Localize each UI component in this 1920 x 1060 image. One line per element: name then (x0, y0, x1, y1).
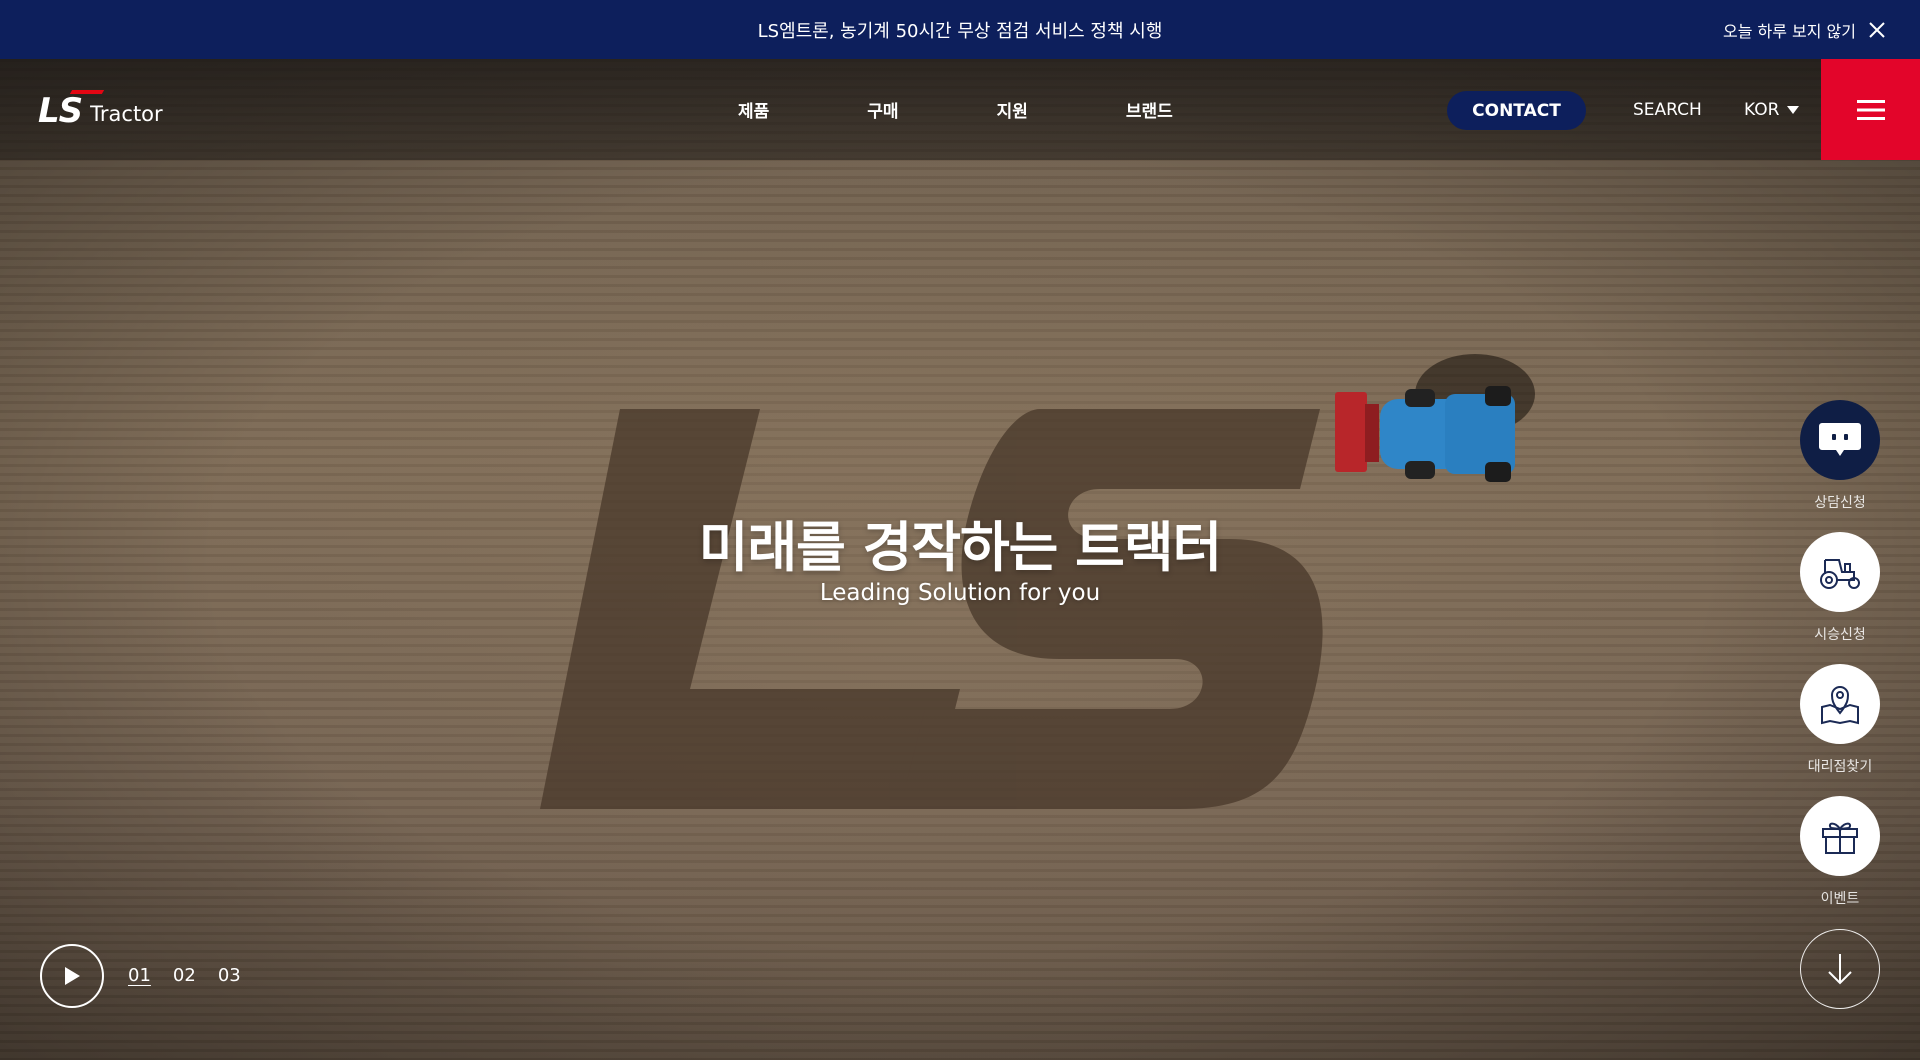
quick-menu-label: 시승신청 (1814, 627, 1866, 643)
hero-subtitle: Leading Solution for you (819, 580, 1101, 606)
brand-logo[interactable]: LS Tractor (38, 90, 163, 131)
tractor-icon (1820, 559, 1860, 589)
quick-menu-circle (1800, 400, 1880, 480)
close-icon[interactable] (1868, 21, 1886, 39)
tractor-image (1335, 354, 1535, 482)
scroll-down-button[interactable] (1800, 929, 1880, 1009)
map-pin-icon (1821, 686, 1859, 725)
quick-menu-consultation[interactable]: 상담신청 (1800, 400, 1880, 512)
quick-menu-circle (1800, 532, 1880, 612)
quick-menu-events[interactable]: 이벤트 (1800, 796, 1880, 908)
brand-wordmark: Tractor (90, 102, 163, 126)
quick-menu-label: 대리점찾기 (1807, 759, 1873, 775)
quick-menu-label: 상담신청 (1814, 495, 1866, 511)
hamburger-menu-button[interactable] (1821, 59, 1920, 160)
nav-item-purchase[interactable]: 구매 (867, 97, 898, 122)
quick-menu-circle (1800, 664, 1880, 744)
notice-dismiss-button[interactable]: 오늘 하루 보지 않기 (1723, 0, 1886, 59)
hero-title: 미래를 경작하는 트랙터 (698, 516, 1222, 579)
pager-item-01[interactable]: 01 (128, 965, 151, 986)
brand-accent-stripe (69, 90, 105, 94)
quick-menu-find-dealer[interactable]: 대리점찾기 (1800, 664, 1880, 776)
notice-dismiss-label: 오늘 하루 보지 않기 (1722, 21, 1856, 41)
chat-icon (1819, 423, 1861, 456)
caret-down-icon (1787, 106, 1800, 114)
pager-item-03[interactable]: 03 (218, 965, 241, 986)
quick-menu-label: 이벤트 (1820, 891, 1860, 907)
pager-item-02[interactable]: 02 (173, 965, 196, 986)
nav-item-products[interactable]: 제품 (738, 97, 769, 122)
search-button[interactable]: SEARCH (1633, 100, 1702, 120)
play-icon (65, 967, 80, 985)
notice-bar: LS엠트론, 농기계 50시간 무상 점검 서비스 정책 시행 오늘 하루 보지… (0, 0, 1920, 59)
quick-menu-test-drive[interactable]: 시승신청 (1800, 532, 1880, 644)
play-button[interactable] (40, 944, 104, 1008)
nav-item-brand[interactable]: 브랜드 (1126, 97, 1173, 122)
slide-pager: 01 02 03 (128, 965, 241, 986)
quick-menu-circle (1800, 796, 1880, 876)
nav-item-support[interactable]: 지원 (997, 97, 1028, 122)
contact-button[interactable]: CONTACT (1447, 91, 1586, 130)
language-select[interactable]: KOR (1744, 100, 1800, 120)
notice-text[interactable]: LS엠트론, 농기계 50시간 무상 점검 서비스 정책 시행 (758, 17, 1163, 43)
main-navigation: 제품 구매 지원 브랜드 (738, 59, 1173, 160)
brand-ls-mark: LS (38, 91, 83, 131)
hamburger-icon (1856, 99, 1885, 120)
gift-icon (1822, 822, 1858, 854)
arrow-down-icon (1828, 954, 1852, 985)
language-label: KOR (1744, 100, 1780, 120)
